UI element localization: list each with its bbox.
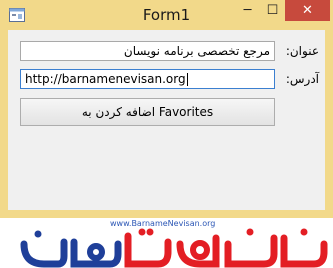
app-window: Form1 ─ ☐ ✕ عنوان: مرجع تخصصی برنامه نوی… (0, 0, 333, 218)
add-to-favorites-button[interactable]: اضافه کردن به Favorites (20, 98, 275, 126)
address-value: http://barnamenevisan.org (25, 72, 186, 86)
maximize-button[interactable]: ☐ (260, 0, 285, 21)
address-input[interactable]: http://barnamenevisan.org (20, 69, 275, 89)
site-logo: www.BarnameNevisan.org (0, 218, 333, 268)
barnamenevisan-logo (20, 228, 328, 268)
title-label: عنوان: (285, 44, 319, 58)
title-bar[interactable]: Form1 ─ ☐ ✕ (0, 0, 333, 30)
text-caret (186, 73, 188, 86)
close-button[interactable]: ✕ (285, 0, 330, 21)
title-input[interactable]: مرجع تخصصی برنامه نویسان (20, 41, 275, 61)
address-label: آدرس: (285, 72, 319, 86)
form-client-area: عنوان: مرجع تخصصی برنامه نویسان آدرس: ht… (8, 30, 325, 210)
minimize-button[interactable]: ─ (235, 0, 260, 21)
